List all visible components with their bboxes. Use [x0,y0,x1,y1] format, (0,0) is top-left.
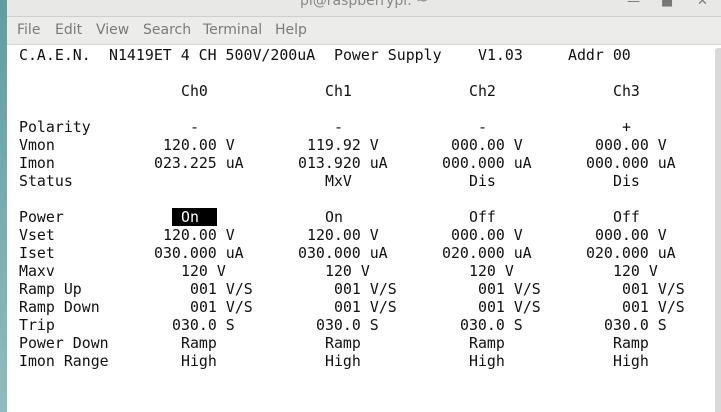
param-value[interactable]: 020.000 uA [586,244,676,262]
param-value[interactable]: 000.00 V [595,226,667,244]
param-value[interactable]: 120.00 V [163,226,235,244]
param-value[interactable]: 120 V [181,262,226,280]
terminal-area[interactable]: C.A.E.N. N1419ET 4 CH 500V/200uA Power S… [7,45,721,412]
param-label: Imon [19,154,55,172]
menu-help[interactable]: Help [275,22,307,38]
brand: C.A.E.N. [19,46,91,64]
param-value[interactable]: 001 V/S [622,298,685,316]
param-value[interactable]: - [334,118,343,136]
param-value[interactable]: - [478,118,487,136]
param-value[interactable]: High [469,352,505,370]
param-value[interactable]: Dis [469,172,496,190]
maximize-icon[interactable]: ■ [661,0,673,9]
param-value[interactable]: 001 V/S [478,280,541,298]
param-label: Status [19,172,73,190]
scrollbar[interactable] [715,48,721,412]
param-value[interactable]: MxV [325,172,352,190]
menu-file[interactable]: File [17,22,40,38]
version: V1.03 [478,46,523,64]
param-value[interactable]: 000.00 V [451,226,523,244]
param-label: Iset [19,244,55,262]
param-value[interactable]: 030.0 S [604,316,667,334]
param-value[interactable]: Ramp [613,334,649,352]
param-value[interactable]: 001 V/S [478,298,541,316]
param-value[interactable]: Ramp [325,334,361,352]
title-bar[interactable]: pi@raspberrypi: ~ — ■ ✕ [7,0,721,17]
param-value[interactable]: 001 V/S [190,280,253,298]
desktop-edge [0,0,7,412]
param-value[interactable]: 000.00 V [451,136,523,154]
param-label: Power Down [19,334,109,352]
channel-header: Ch2 [469,82,496,100]
param-label: Trip [19,316,55,334]
param-value[interactable]: 030.0 S [460,316,523,334]
param-value[interactable]: 030.000 uA [154,244,244,262]
param-value[interactable]: Off [469,208,496,226]
param-value[interactable]: High [325,352,361,370]
product: Power Supply [334,46,442,64]
param-label: Ramp Up [19,280,82,298]
param-value[interactable]: + [622,118,631,136]
param-value[interactable]: 013.920 uA [298,154,388,172]
param-value[interactable]: 120.00 V [163,136,235,154]
param-value[interactable]: 030.000 uA [298,244,388,262]
param-value[interactable]: 020.000 uA [442,244,532,262]
param-value[interactable]: 023.225 uA [154,154,244,172]
minimize-icon[interactable]: — [627,0,640,9]
param-value[interactable]: 120.00 V [307,226,379,244]
menu-terminal[interactable]: Terminal [203,22,262,38]
param-value[interactable]: 001 V/S [334,298,397,316]
param-value[interactable]: 120 V [325,262,370,280]
param-value[interactable]: 001 V/S [334,280,397,298]
channel-header: Ch0 [181,82,208,100]
param-value[interactable]: 030.0 S [316,316,379,334]
param-value[interactable]: Ramp [181,334,217,352]
menu-edit[interactable]: Edit [55,22,82,38]
param-value[interactable]: Off [613,208,640,226]
param-value[interactable]: 001 V/S [622,280,685,298]
close-icon[interactable]: ✕ [697,0,708,9]
param-label: Vset [19,226,55,244]
param-label: Imon Range [19,352,109,370]
param-label: Maxv [19,262,55,280]
param-label: Polarity [19,118,91,136]
address: Addr 00 [568,46,631,64]
channel-header: Ch3 [613,82,640,100]
param-value[interactable]: Dis [613,172,640,190]
param-value[interactable]: 119.92 V [307,136,379,154]
param-label: Vmon [19,136,55,154]
menu-search[interactable]: Search [143,22,191,38]
param-label: Ramp Down [19,298,100,316]
model: N1419ET 4 CH 500V/200uA [109,46,316,64]
param-value[interactable]: High [181,352,217,370]
param-value[interactable]: 000.00 V [595,136,667,154]
param-value[interactable]: 000.000 uA [442,154,532,172]
param-value[interactable]: 001 V/S [190,298,253,316]
menu-view[interactable]: View [96,22,129,38]
param-value[interactable]: - [190,118,199,136]
param-value[interactable]: Ramp [469,334,505,352]
param-label: Power [19,208,64,226]
window-title: pi@raspberrypi: ~ [299,0,429,9]
param-value[interactable]: 120 V [613,262,658,280]
param-value[interactable]: 120 V [469,262,514,280]
selected-value[interactable]: On [172,208,217,226]
param-value[interactable]: On [325,208,343,226]
param-value[interactable]: 000.000 uA [586,154,676,172]
menu-bar: File Edit View Search Terminal Help [7,17,721,45]
param-value[interactable]: 030.0 S [172,316,235,334]
channel-header: Ch1 [325,82,352,100]
param-value[interactable]: High [613,352,649,370]
